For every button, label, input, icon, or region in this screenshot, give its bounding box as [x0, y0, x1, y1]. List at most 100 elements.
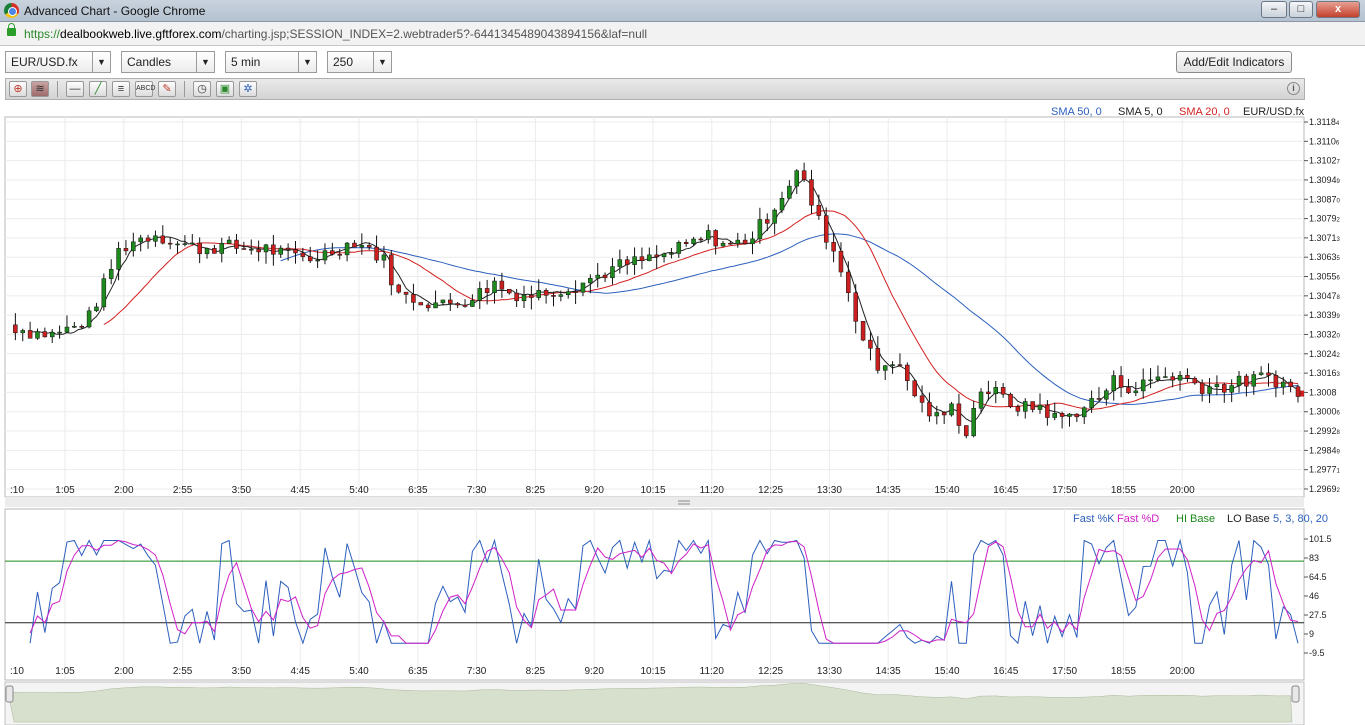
drawing-toolbar: ⊕ ≋ — ╱ ≡ ABCD ✎ ◷ ▣ ✲ i — [5, 78, 1305, 100]
y-tick-label: -9.5 — [1309, 648, 1325, 658]
y-tick-label: 1.30556 — [1309, 272, 1341, 282]
fibonacci-icon[interactable]: ≡ — [112, 81, 130, 97]
y-tick-label: 1.30006 — [1309, 407, 1341, 417]
y-tick-subdigit: 7 — [1337, 160, 1341, 166]
candle-body — [330, 250, 335, 255]
chevron-down-icon[interactable]: ▼ — [196, 52, 214, 72]
candle-body — [20, 330, 25, 334]
bars-select[interactable]: 250 ▼ — [327, 51, 392, 73]
candle-body — [514, 292, 519, 302]
interval-select[interactable]: 5 min ▼ — [225, 51, 317, 73]
y-tick-label: 1.31184 — [1309, 117, 1340, 127]
candle-body — [1155, 376, 1161, 381]
y-tick-subdigit: 9 — [1337, 314, 1341, 320]
clock-icon[interactable]: ◷ — [193, 81, 211, 97]
candle-body — [846, 271, 851, 293]
x-tick-label: 13:30 — [817, 485, 842, 496]
chevron-down-icon[interactable]: ▼ — [92, 52, 110, 72]
stochastic-panel[interactable] — [4, 508, 1305, 681]
candle-body — [1244, 375, 1249, 387]
x-tick-label: 4:45 — [290, 485, 310, 496]
candle-body — [285, 247, 291, 250]
y-tick-subdigit: 8 — [1337, 295, 1341, 301]
candle-body — [57, 331, 62, 334]
abcd-pattern-icon[interactable]: ABCD — [135, 81, 155, 97]
chart-controls: EUR/USD.fx ▼ Candles ▼ 5 min ▼ 250 ▼ Add… — [0, 46, 1365, 78]
chevron-down-icon[interactable]: ▼ — [298, 52, 316, 72]
crosshair-icon[interactable]: ⊕ — [9, 81, 27, 97]
candle-body — [912, 380, 917, 397]
price-panel[interactable] — [4, 116, 1305, 498]
candle-body — [153, 235, 158, 242]
maximize-button[interactable]: □ — [1289, 1, 1313, 18]
candle-body — [1273, 375, 1279, 388]
candle-body — [507, 288, 512, 294]
candle-body — [1281, 381, 1286, 388]
bars-value: 250 — [333, 55, 354, 69]
horizontal-line-icon[interactable]: — — [66, 81, 84, 97]
candle-body — [175, 243, 180, 246]
chevron-down-icon[interactable]: ▼ — [373, 52, 391, 72]
x-tick-label: 16:45 — [993, 485, 1018, 496]
candle-body — [573, 291, 578, 293]
candle-body — [875, 348, 881, 371]
minimize-button[interactable]: – — [1261, 1, 1287, 18]
candle-body — [1258, 372, 1264, 375]
y-tick-label: 1.31106 — [1309, 136, 1340, 146]
x-tick-label: 20:00 — [1170, 485, 1195, 496]
candle-body — [698, 238, 704, 241]
x-tick-label: 1:05 — [55, 485, 75, 496]
info-icon[interactable]: i — [1287, 82, 1300, 95]
chart-area[interactable]: 1.31184 1.31106 1.31027 1.30949 1.30870 1.307… — [0, 100, 1365, 725]
export-icon[interactable]: ▣ — [216, 81, 234, 97]
symbol-value: EUR/USD.fx — [11, 55, 78, 69]
candle-body — [816, 204, 822, 216]
x-tick-label: 11:20 — [700, 485, 725, 496]
x-tick-label: 15:40 — [934, 666, 959, 677]
candle-body — [890, 364, 895, 366]
chart-type-select[interactable]: Candles ▼ — [121, 51, 215, 73]
candle-body — [1207, 386, 1212, 394]
candle-body — [116, 248, 121, 270]
candle-body — [396, 284, 401, 293]
candle-body — [433, 302, 438, 309]
trend-line-icon[interactable]: ╱ — [89, 81, 107, 97]
add-edit-indicators-button[interactable]: Add/Edit Indicators — [1176, 51, 1292, 73]
candle-body — [1140, 379, 1146, 392]
candle-body — [470, 300, 475, 307]
price-legend: SMA 50, 0 SMA 5, 0 SMA 20, 0 EUR/USD.fx — [1051, 106, 1305, 118]
candle-body — [381, 254, 387, 261]
candle-body — [639, 256, 645, 262]
chart-style-icon[interactable]: ≋ — [31, 81, 49, 97]
x-tick-label: 7:30 — [467, 485, 487, 496]
candle-body — [1192, 378, 1198, 384]
y-tick-subdigit: 2 — [1337, 488, 1341, 494]
candle-body — [742, 239, 748, 245]
panel-splitter[interactable] — [5, 497, 1304, 507]
x-tick-label: 14:35 — [876, 666, 901, 677]
navigator-right-handle[interactable] — [1291, 685, 1300, 703]
address-bar[interactable]: https://dealbookweb.live.gftforex.com/ch… — [0, 22, 1365, 46]
candle-body — [123, 248, 129, 252]
close-button[interactable]: x — [1316, 1, 1360, 18]
candle-body — [403, 291, 409, 295]
legend-item: Fast %K — [1073, 513, 1115, 525]
candle-body — [1170, 376, 1175, 381]
candle-body — [927, 402, 932, 417]
y-tick-label: 1.29928 — [1309, 426, 1341, 436]
y-tick-label: 83 — [1309, 553, 1319, 563]
candle-body — [617, 259, 623, 267]
y-tick-label: 1.30163 — [1309, 368, 1341, 378]
x-tick-label: 17:50 — [1052, 666, 1077, 677]
eraser-icon[interactable]: ✎ — [158, 81, 176, 97]
legend-item: HI Base — [1176, 513, 1215, 525]
symbol-select[interactable]: EUR/USD.fx ▼ — [5, 51, 111, 73]
x-tick-label: 14:35 — [876, 485, 901, 496]
url-text[interactable]: https://dealbookweb.live.gftforex.com/ch… — [24, 27, 647, 41]
candle-body — [1236, 375, 1242, 386]
navigator-left-handle[interactable] — [5, 685, 14, 703]
y-tick-label: 46 — [1309, 591, 1319, 601]
settings-icon[interactable]: ✲ — [239, 81, 257, 97]
y-tick-subdigit: 6 — [1336, 140, 1340, 146]
candle-body — [1089, 398, 1094, 408]
